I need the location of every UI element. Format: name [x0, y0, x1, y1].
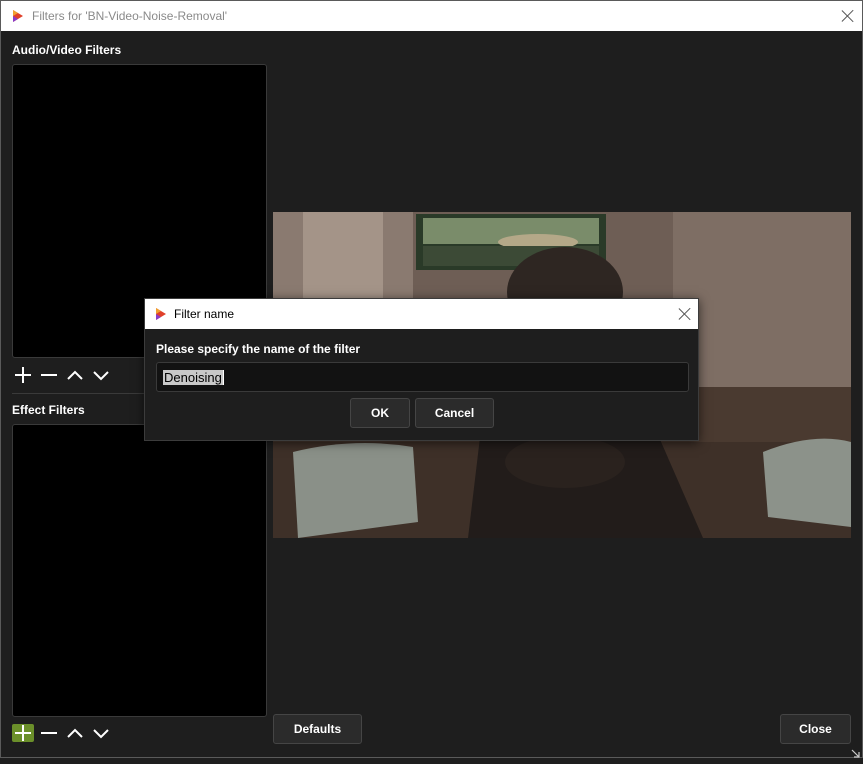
- filter-name-value: Denoising: [163, 369, 223, 385]
- move-up-icon[interactable]: [64, 724, 86, 742]
- effect-filters-label: Effect Filters: [12, 403, 85, 417]
- audio-video-filters-toolbar: [12, 366, 112, 384]
- effect-filters-list[interactable]: [12, 424, 267, 717]
- ok-button[interactable]: OK: [350, 398, 410, 428]
- move-down-icon[interactable]: [90, 366, 112, 384]
- add-icon[interactable]: [12, 366, 34, 384]
- move-up-icon[interactable]: [64, 366, 86, 384]
- resize-grip-icon[interactable]: [851, 746, 861, 758]
- dialog-title-bar: Filter name: [145, 299, 698, 329]
- filter-name-input[interactable]: Denoising: [156, 362, 689, 392]
- window-close-icon[interactable]: [841, 9, 855, 23]
- remove-icon[interactable]: [38, 724, 60, 742]
- effect-filters-toolbar: [12, 724, 112, 742]
- remove-icon[interactable]: [38, 366, 60, 384]
- cancel-button[interactable]: Cancel: [415, 398, 494, 428]
- window-title-bar: Filters for 'BN-Video-Noise-Removal': [0, 0, 863, 31]
- filter-name-dialog: Filter name Please specify the name of t…: [144, 298, 699, 441]
- dialog-title: Filter name: [174, 307, 235, 321]
- dialog-prompt: Please specify the name of the filter: [156, 342, 361, 356]
- text-caret: [222, 369, 224, 385]
- app-logo-icon: [153, 306, 169, 322]
- app-logo-icon: [10, 8, 26, 24]
- dialog-close-icon[interactable]: [678, 307, 692, 321]
- move-down-icon[interactable]: [90, 724, 112, 742]
- defaults-button[interactable]: Defaults: [273, 714, 362, 744]
- audio-video-filters-label: Audio/Video Filters: [12, 43, 122, 57]
- close-button[interactable]: Close: [780, 714, 851, 744]
- add-icon[interactable]: [12, 724, 34, 742]
- window-title: Filters for 'BN-Video-Noise-Removal': [32, 9, 228, 23]
